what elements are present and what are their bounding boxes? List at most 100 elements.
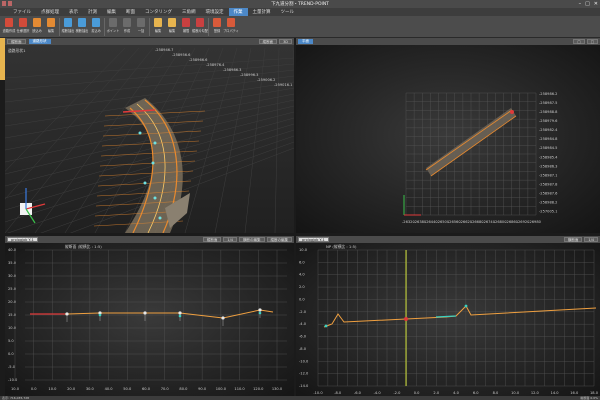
menu-item[interactable]: コンタリング [140, 8, 177, 16]
grid-line [292, 47, 294, 68]
ribbon-button[interactable]: 一括 [134, 17, 148, 37]
pane-cross-section[interactable]: prologjob Y-1 横断面 1/4 NP (縦横比 : 1:5) 10.… [296, 236, 600, 396]
axis-label: 130.0 [272, 387, 283, 391]
menu-item[interactable]: 点群処理 [36, 8, 64, 16]
ip-point [178, 311, 182, 315]
menu-item[interactable]: 編集 [102, 8, 121, 16]
plan-view-plot[interactable]: -258986.2 -258987.5 -258988.8 -258979.6 -258… [296, 38, 600, 233]
point-cloud-3d[interactable]: -258946.7-258956.6-258966.6-258976.4-258… [5, 38, 294, 233]
axis-label: -259016.1 [274, 83, 292, 87]
ribbon-icon [137, 18, 145, 27]
ip-point [65, 312, 69, 316]
ribbon-button[interactable]: 読込み [30, 17, 44, 37]
ribbon-button[interactable]: 道路作成 [2, 17, 16, 37]
ribbon-label: 一括 [137, 29, 145, 33]
axis-label: -8.0 [334, 391, 342, 395]
axis-label: -12.0 [299, 372, 309, 376]
axis-label: -4.0 [374, 391, 382, 395]
status-left: 表示: 716,035,728 [2, 396, 30, 400]
cyan-point [143, 181, 147, 185]
ribbon-button[interactable]: プロパティ [223, 17, 239, 37]
ribbon-button[interactable]: ポイント [106, 17, 120, 37]
menu-item[interactable]: 表示 [64, 8, 83, 16]
red-marker [510, 110, 514, 114]
axis-label: 6.0 [299, 260, 305, 264]
ribbon-icon [64, 18, 72, 27]
axis-label: 40.0 [8, 248, 17, 252]
ribbon-label: 編集 [47, 29, 55, 33]
axis-label: 40.0 [105, 387, 114, 391]
minimize-icon[interactable]: – [579, 1, 582, 7]
pane-profile[interactable]: prologjob Y-1 縦断面 1/4 横断の編集 縦断の編集 縦断面 (縦… [5, 236, 294, 396]
ribbon-icon [123, 18, 131, 27]
grid-line [184, 47, 238, 233]
pane-3d-view[interactable]: 縦断面 道路形状 縦断面 3D 道路形状1 -258946.7 -258956.6… [5, 38, 294, 233]
window-controls: – □ ✕ [579, 1, 598, 7]
ribbon-button[interactable]: 編集 [165, 17, 179, 37]
axis-label: 20.0 [67, 387, 76, 391]
axis-label: 10.0 [48, 387, 57, 391]
menu-item[interactable]: ツール [276, 8, 300, 16]
ip-point [258, 308, 262, 312]
ribbon-separator [149, 18, 150, 36]
menu-item[interactable]: 環境設定 [201, 8, 229, 16]
grid-line [274, 47, 280, 233]
status-right: 縦断面 0.0% [580, 396, 598, 400]
ribbon-button[interactable]: 編集 [44, 17, 58, 37]
cyan-point [464, 304, 468, 308]
axis-label: 10.0 [299, 248, 308, 252]
axis-label: 30.0 [8, 274, 17, 278]
menu-item[interactable]: ファイル [8, 8, 36, 16]
ribbon-button[interactable]: 縦断抽出 [61, 17, 75, 37]
ribbon-label: 作成 [123, 29, 131, 33]
axis-label: -258987.5 [539, 101, 557, 105]
axis-label: -8.0 [299, 347, 307, 351]
ribbon-button[interactable]: 仕様選択 [16, 17, 30, 37]
ribbon-label: 読込み [32, 29, 42, 33]
axis-label: 4.0 [453, 391, 459, 395]
pane-plan-view[interactable]: 平面 □ □ -258986.2 -258987.5 -258988.8 -25897… [296, 38, 600, 233]
menu-item[interactable]: 計測 [83, 8, 102, 16]
ribbon-separator [104, 18, 105, 36]
axis-label: 10.0 [511, 391, 520, 395]
axis-label: 12.0 [531, 391, 540, 395]
axis-label: -258987.1 [539, 173, 557, 177]
ribbon-button[interactable]: 補間 [179, 17, 193, 37]
axis-label: 60.0 [142, 387, 151, 391]
axis-label: -5.0 [8, 365, 16, 369]
ribbon-label: 道路作成 [2, 29, 16, 33]
profile-plot[interactable]: 40.0 35.0 30.0 25.0 20.0 15.0 10.0 5.0 0.0 -5.0 -1… [5, 236, 294, 396]
menu-item[interactable]: 断面 [121, 8, 140, 16]
axis-label: -258986.3 [539, 164, 557, 168]
ribbon-label: 登録 [213, 29, 221, 33]
axis-label: 0.0 [31, 387, 37, 391]
menu-bar: ファイル 点群処理 表示 計測 編集 断面 コンタリング 三角網 環境設定 作業 土量計算 ツール [0, 8, 600, 16]
close-icon[interactable]: ✕ [594, 1, 598, 7]
ribbon-button[interactable]: 書込み [89, 17, 103, 37]
axis-label: -10.0 [8, 378, 18, 382]
cyan-point [324, 324, 328, 328]
axis-label: -258976.4 [206, 63, 225, 67]
maximize-icon[interactable]: □ [585, 1, 590, 7]
menu-item[interactable]: 土量計算 [248, 8, 276, 16]
cross-section-plot[interactable]: 10.0 6.0 4.0 2.0 0.0 -2.0 -4.0 -6.0 -8.0 -10.0 -12… [296, 236, 600, 396]
ribbon-label: 編集 [154, 29, 162, 33]
ribbon-icon [196, 18, 204, 27]
ribbon-button[interactable]: 横断抽出 [75, 17, 89, 37]
ribbon-button[interactable]: 縦断片勾配 [192, 17, 208, 37]
window-title: 下九道分割・TREND-POINT [271, 2, 329, 7]
axis-label: -258985.4 [539, 155, 558, 159]
ribbon-icon [19, 18, 27, 27]
menu-item[interactable]: 作業 [228, 8, 248, 16]
cyan-segment [435, 315, 457, 318]
axis-label: 15.0 [8, 313, 17, 317]
ribbon-button[interactable]: 登録 [210, 17, 224, 37]
ribbon-button[interactable]: 作成 [120, 17, 134, 37]
ribbon-label: 補間 [182, 29, 190, 33]
axis-label: 90.0 [198, 387, 207, 391]
axis-label: 2.0 [433, 391, 439, 395]
ribbon-button[interactable]: 編集 [151, 17, 165, 37]
ribbon-icon [154, 18, 162, 27]
ip-point [221, 316, 225, 320]
menu-item[interactable]: 三角網 [177, 8, 201, 16]
